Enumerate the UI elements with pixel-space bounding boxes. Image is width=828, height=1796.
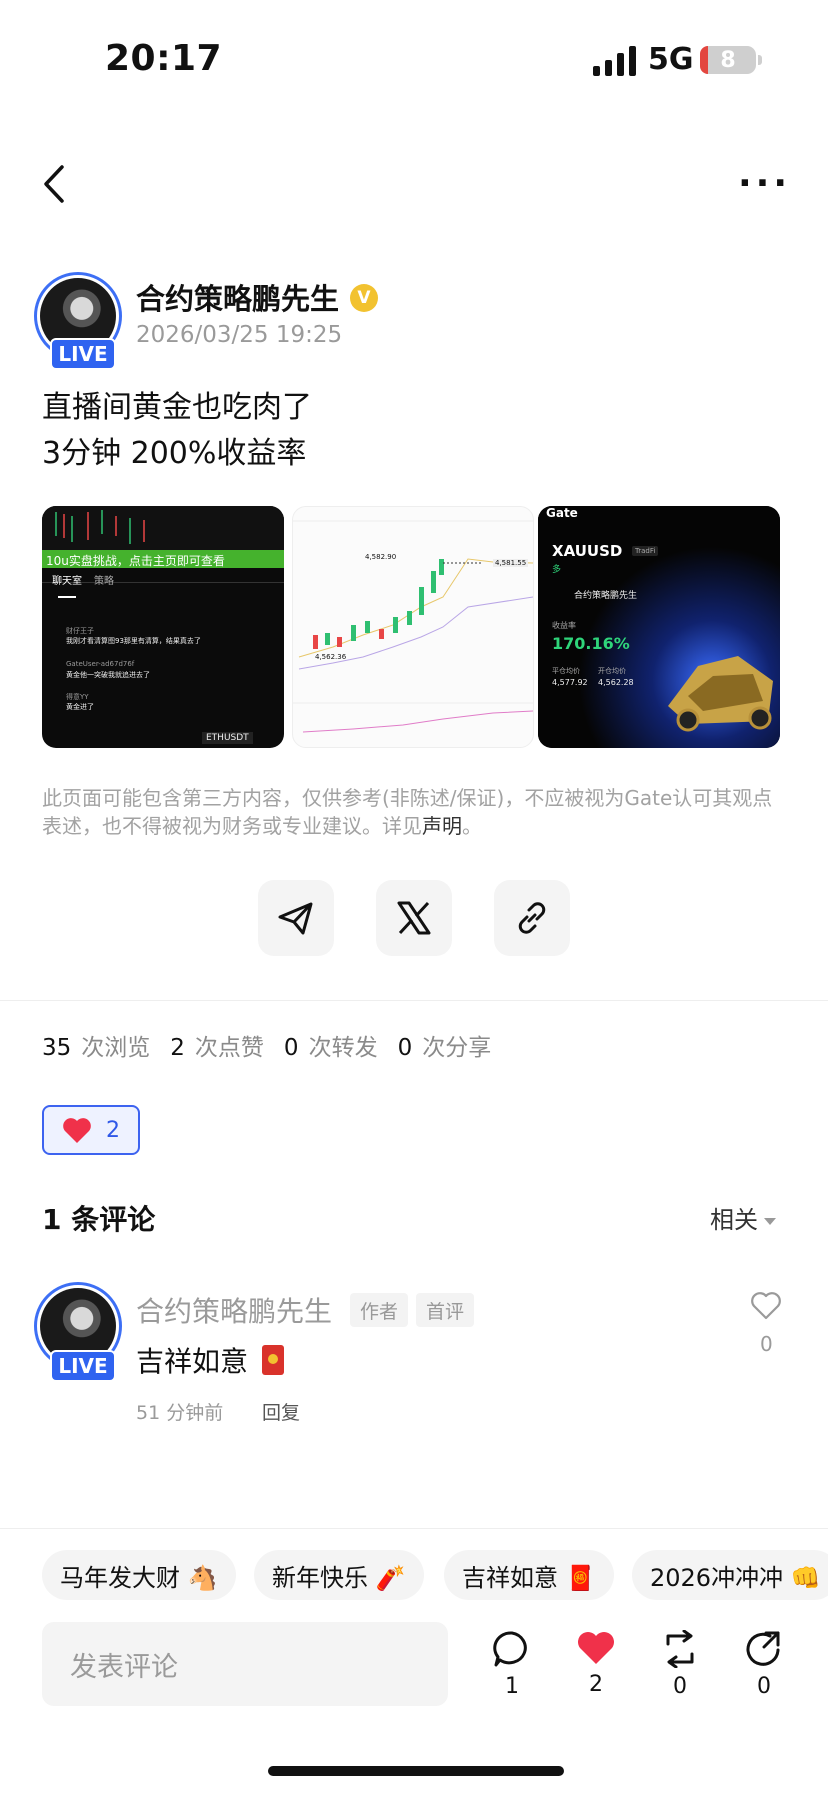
like-button-count: 2 <box>106 1117 120 1143</box>
share-arrow-icon <box>746 1631 780 1666</box>
post-date: 2026/03/25 19:25 <box>136 322 343 348</box>
chart-price-low: 4,562.36 <box>315 653 347 661</box>
share-action-button[interactable]: 0 <box>734 1630 794 1699</box>
comments-title: 1 条评论 <box>42 1203 156 1236</box>
quick-reply-chip[interactable]: 新年快乐 🧨 <box>254 1550 424 1600</box>
red-envelope-icon <box>262 1345 284 1375</box>
share-x-button[interactable] <box>376 880 452 956</box>
chat-pair: ETHUSDT <box>202 732 253 744</box>
copy-link-button[interactable] <box>494 880 570 956</box>
home-indicator <box>268 1766 564 1776</box>
post-image-1[interactable]: 10u实盘挑战，点击主页即可查看 聊天室 策略 财仔王子 我刚才看清算图93那里… <box>42 506 284 748</box>
likes-label: 次点赞 <box>194 1035 264 1061</box>
battery-icon: 8 <box>700 46 756 74</box>
quick-reply-chip[interactable]: 马年发大财 🐴 <box>42 1550 236 1600</box>
share-telegram-button[interactable] <box>258 880 334 956</box>
like-action-count: 2 <box>589 1672 603 1697</box>
chat-msg-3: 黄金进了 <box>66 703 94 711</box>
pnl-yield-value: 170.16% <box>552 634 630 653</box>
disclaimer-text: 此页面可能包含第三方内容，仅供参考(非陈述/保证)，不应被视为Gate认可其观点… <box>42 786 773 838</box>
quick-reply-chip[interactable]: 2026冲冲冲 👊 <box>632 1550 828 1600</box>
chat-msg-1: 我刚才看清算图93那里有清算，结果真去了 <box>66 637 201 645</box>
comment-input[interactable]: 发表评论 <box>42 1622 448 1706</box>
author-name[interactable]: 合约策略鹏先生 <box>136 276 339 318</box>
gate-logo-text: Gate <box>546 506 578 520</box>
chat-user-2: GateUser-ad67d76f <box>66 660 135 668</box>
shares-count: 0 <box>397 1035 413 1061</box>
post-image-2[interactable]: 4,582.90 4,581.55 4,562.36 <box>292 506 534 748</box>
comment-like-count: 0 <box>760 1332 773 1356</box>
first-comment-tag: 首评 <box>416 1293 475 1327</box>
caret-down-icon <box>764 1217 776 1225</box>
bottom-bar-divider <box>0 1528 828 1529</box>
views-count: 35 <box>42 1035 72 1061</box>
chat-tab-2: 策略 <box>94 576 114 587</box>
disclaimer-link[interactable]: 声明 <box>422 814 462 838</box>
post-text-line-2: 3分钟 200%收益率 <box>42 436 307 471</box>
reposts-label: 次转发 <box>308 1035 378 1061</box>
comment-bubble-icon <box>493 1631 527 1667</box>
commenter-name[interactable]: 合约策略鹏先生 <box>136 1290 332 1330</box>
repost-icon <box>666 1630 694 1668</box>
chat-user-1: 财仔王子 <box>66 627 94 635</box>
status-time: 20:17 <box>105 38 223 79</box>
post-stats: 35 次浏览 2 次点赞 0 次转发 0 次分享 <box>42 1028 511 1062</box>
link-icon <box>518 902 546 934</box>
commenter-live-badge[interactable]: LIVE <box>50 1350 116 1382</box>
chart-price-now: 4,581.55 <box>493 559 529 567</box>
author-tag: 作者 <box>350 1293 409 1327</box>
pnl-side: 多 <box>552 565 562 575</box>
candlestick-thumbnail-graphic <box>293 520 533 733</box>
pnl-symbol: XAUUSD <box>552 542 623 560</box>
pnl-close-label: 平仓均价 <box>552 667 580 675</box>
section-divider <box>0 1000 828 1001</box>
chat-user-3: 得意YY <box>66 693 89 701</box>
live-badge[interactable]: LIVE <box>50 338 116 370</box>
pnl-badge: TradFi <box>632 546 659 556</box>
heart-filled-icon <box>578 1632 614 1664</box>
reposts-count: 0 <box>283 1035 299 1061</box>
repost-action-button[interactable]: 0 <box>650 1630 710 1699</box>
comment-action-count: 1 <box>505 1674 519 1699</box>
like-action-button[interactable]: 2 <box>566 1630 626 1697</box>
heart-filled-icon <box>63 1118 91 1143</box>
chat-tab-1: 聊天室 <box>52 576 82 587</box>
repost-action-count: 0 <box>673 1674 687 1699</box>
pnl-open-value: 4,562.28 <box>598 678 634 687</box>
signal-icon <box>593 46 636 76</box>
likes-count: 2 <box>170 1035 185 1061</box>
battery-nub <box>758 55 762 65</box>
comment-like-heart-icon[interactable] <box>750 1290 782 1320</box>
comment-text: 吉祥如意 <box>136 1345 249 1378</box>
pnl-yield-label: 收益率 <box>552 621 576 630</box>
disclaimer: 此页面可能包含第三方内容，仅供参考(非陈述/保证)，不应被视为Gate认可其观点… <box>42 784 792 840</box>
share-action-count: 0 <box>757 1674 771 1699</box>
pnl-close-value: 4,577.92 <box>552 678 588 687</box>
comment-action-button[interactable]: 1 <box>482 1630 542 1699</box>
like-button[interactable]: 2 <box>42 1105 140 1155</box>
post-text-line-1: 直播间黄金也吃肉了 <box>42 390 312 425</box>
x-logo-icon <box>397 901 431 935</box>
disclaimer-end: 。 <box>462 814 482 838</box>
pnl-open-label: 开仓均价 <box>598 667 626 675</box>
quick-reply-chip[interactable]: 吉祥如意 🧧 <box>444 1550 614 1600</box>
shares-label: 次分享 <box>422 1035 492 1061</box>
reply-button[interactable]: 回复 <box>262 1398 300 1425</box>
chat-banner: 10u实盘挑战，点击主页即可查看 <box>46 554 225 568</box>
more-options-icon[interactable]: ··· <box>738 166 791 202</box>
sort-label: 相关 <box>710 1206 758 1234</box>
chart-price-high: 4,582.90 <box>365 553 397 561</box>
comment-time: 51 分钟前 <box>136 1402 224 1424</box>
network-label: 5G <box>648 42 694 77</box>
back-arrow-icon[interactable] <box>42 164 66 204</box>
verified-badge-icon: V <box>350 284 378 312</box>
battery-level: 8 <box>720 47 736 73</box>
views-label: 次浏览 <box>81 1035 151 1061</box>
telegram-icon <box>278 902 313 935</box>
chat-msg-2: 黄金他一突破我就追进去了 <box>66 671 150 679</box>
comment-sort-dropdown[interactable]: 相关 <box>710 1200 776 1235</box>
post-image-3[interactable]: Gate XAUUSD TradFi 多 合约策略鹏先生 收益率 170.16%… <box>538 506 780 748</box>
pnl-trader: 合约策略鹏先生 <box>574 591 638 601</box>
